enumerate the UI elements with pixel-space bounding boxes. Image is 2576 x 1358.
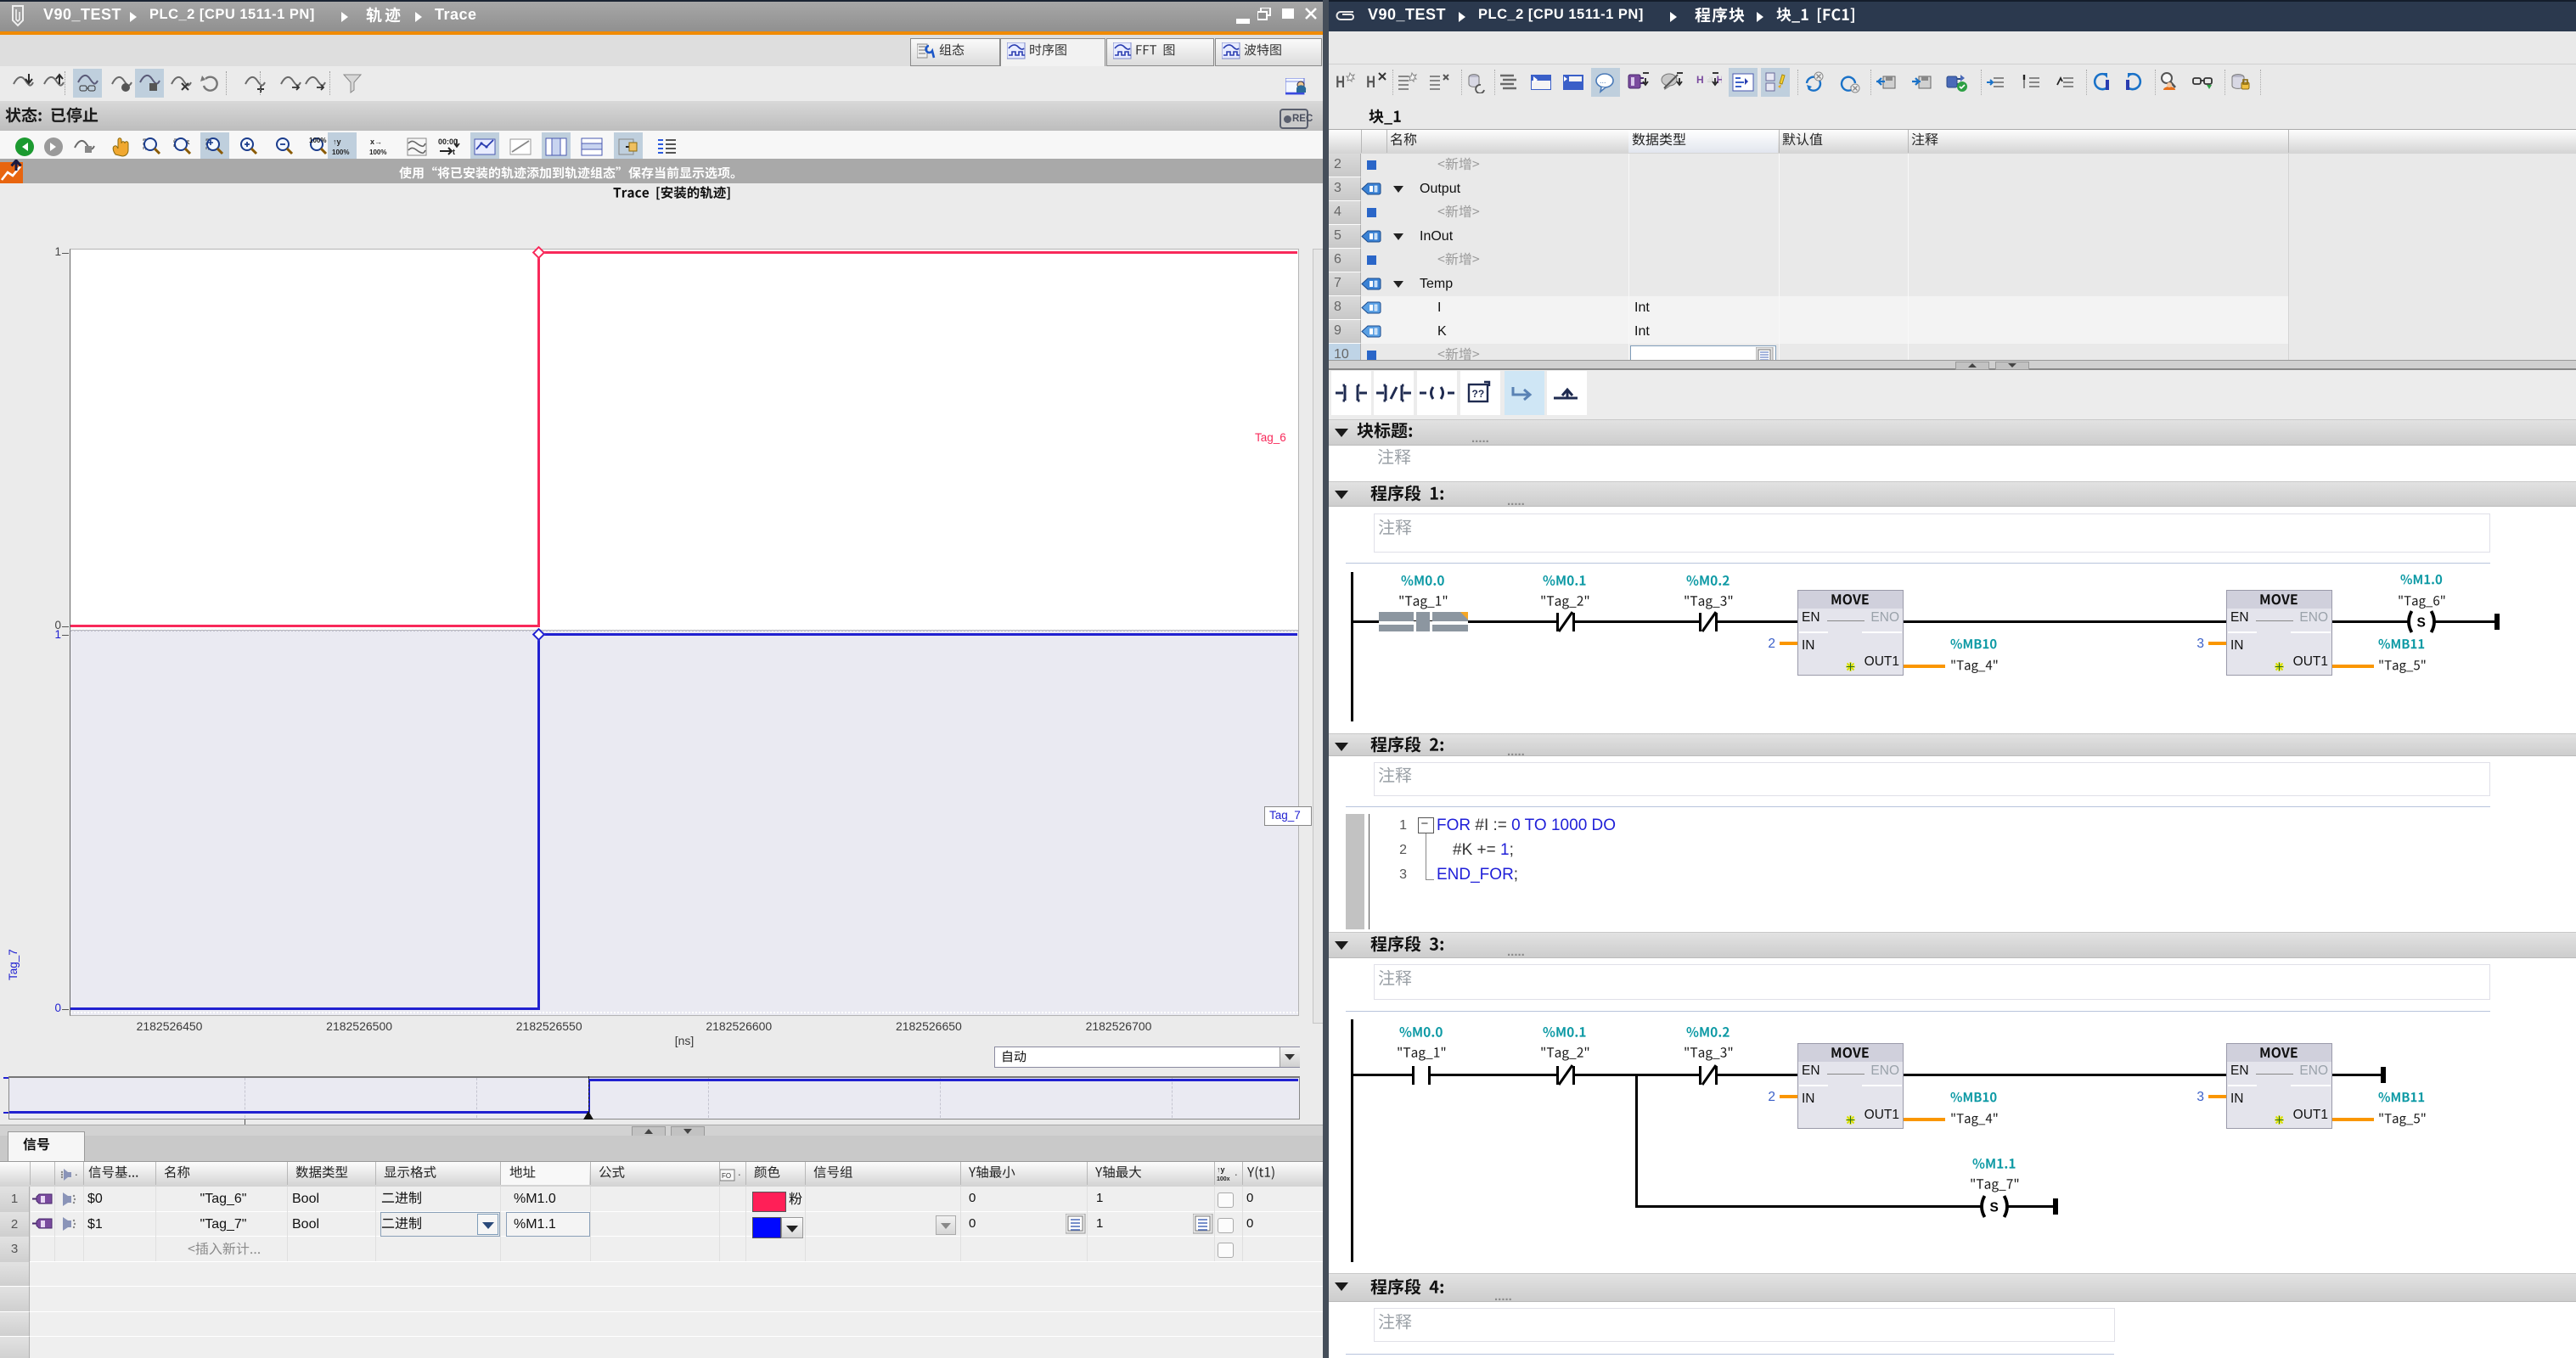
svg-text:t: t [453, 148, 455, 156]
svg-text:...: ... [1600, 76, 1606, 85]
svg-text:100%: 100% [332, 149, 349, 156]
svg-text:100%: 100% [369, 149, 386, 156]
svg-text:100x: 100x [1217, 1176, 1230, 1182]
svg-text:x→: x→ [370, 137, 382, 146]
svg-text:??: ?? [1472, 388, 1485, 400]
svg-text:┣┫: ┣┫ [1365, 76, 1376, 87]
svg-text:↑y: ↑y [1217, 1165, 1225, 1174]
svg-text:┣┫: ┣┫ [1335, 76, 1346, 87]
svg-text:S: S [2417, 616, 2426, 631]
svg-text:FO: FO [722, 1172, 731, 1180]
svg-text:S: S [1990, 1201, 1999, 1215]
svg-text:H◽H: H◽H [1696, 74, 1722, 86]
svg-text:100%: 100% [309, 137, 326, 144]
svg-text:↑y: ↑y [333, 137, 341, 146]
